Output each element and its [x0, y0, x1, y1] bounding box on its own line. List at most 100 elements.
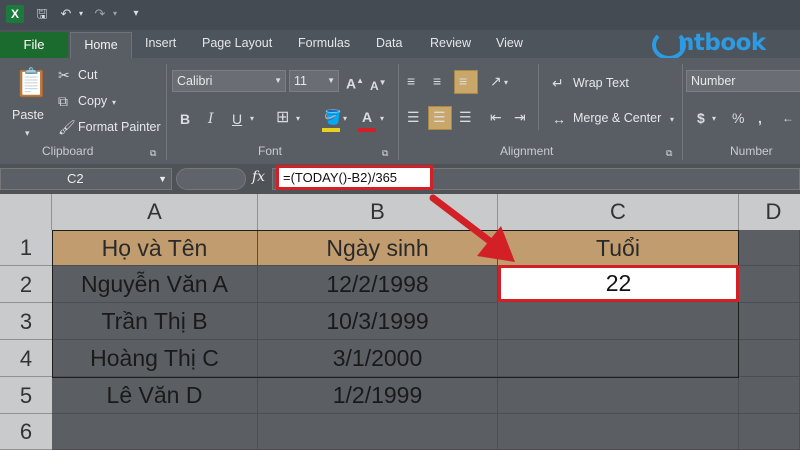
- increase-indent-icon[interactable]: ⇥: [514, 108, 526, 126]
- column-header-d[interactable]: D: [739, 194, 800, 230]
- font-color-dropdown-icon[interactable]: ▾: [380, 110, 384, 128]
- number-format-select[interactable]: Number: [686, 70, 800, 92]
- formula-text-highlight[interactable]: =(TODAY()-B2)/365: [276, 165, 433, 190]
- tab-view[interactable]: View: [496, 36, 523, 50]
- tab-home[interactable]: Home: [70, 32, 132, 58]
- tab-insert[interactable]: Insert: [145, 36, 176, 50]
- column-header-a[interactable]: A: [52, 194, 258, 230]
- format-painter-button[interactable]: Format Painter: [78, 120, 161, 134]
- formula-resize-handle[interactable]: [176, 168, 246, 190]
- comma-button[interactable]: ,: [758, 109, 762, 127]
- cell-d6[interactable]: [739, 414, 800, 450]
- font-size-select[interactable]: 11 ▼: [289, 70, 339, 92]
- decimal-icon[interactable]: ←: [782, 109, 794, 127]
- align-middle-icon[interactable]: ≡: [433, 72, 441, 90]
- cell-a6[interactable]: [52, 414, 258, 450]
- merge-center-icon[interactable]: ↔: [552, 110, 566, 128]
- align-top-icon[interactable]: ≡: [407, 72, 415, 90]
- cell-b6[interactable]: [258, 414, 498, 450]
- cell-c3[interactable]: [498, 303, 739, 340]
- format-painter-icon[interactable]: 🖌: [58, 118, 76, 136]
- cell-b2[interactable]: 12/2/1998: [258, 266, 498, 303]
- currency-dropdown-icon[interactable]: ▾: [712, 110, 716, 128]
- paste-icon[interactable]: 📋: [14, 68, 49, 98]
- bold-button[interactable]: B: [180, 110, 190, 128]
- fill-color-dropdown-icon[interactable]: ▾: [343, 110, 347, 128]
- cell-d5[interactable]: [739, 377, 800, 414]
- decrease-indent-icon[interactable]: ⇤: [490, 108, 502, 126]
- copy-dropdown-icon[interactable]: ▾: [112, 94, 116, 112]
- redo-icon[interactable]: ↷: [92, 5, 108, 23]
- cell-d2[interactable]: [739, 266, 800, 303]
- orientation-dropdown-icon[interactable]: ▾: [504, 74, 508, 92]
- row-header-1[interactable]: 1: [0, 230, 52, 266]
- redo-dropdown-icon[interactable]: ▾: [110, 5, 120, 23]
- cell-d4[interactable]: [739, 340, 800, 377]
- row-header-6[interactable]: 6: [0, 414, 52, 450]
- paste-button[interactable]: Paste: [12, 108, 44, 122]
- cell-d3[interactable]: [739, 303, 800, 340]
- cell-c4[interactable]: [498, 340, 739, 377]
- customize-icon[interactable]: ▾: [130, 5, 142, 23]
- tab-review[interactable]: Review: [430, 36, 471, 50]
- row-header-3[interactable]: 3: [0, 303, 52, 340]
- tab-formulas[interactable]: Formulas: [298, 36, 350, 50]
- cell-d1[interactable]: [739, 230, 800, 266]
- cell-c6[interactable]: [498, 414, 739, 450]
- font-launcher-icon[interactable]: ⧉: [382, 144, 388, 162]
- borders-icon[interactable]: ⊞: [276, 109, 289, 127]
- row-header-5[interactable]: 5: [0, 377, 52, 414]
- cell-a2[interactable]: Nguyễn Văn A: [52, 266, 258, 303]
- copy-button[interactable]: Copy: [78, 94, 107, 108]
- font-color-button[interactable]: A: [362, 108, 372, 126]
- tab-file[interactable]: File: [0, 32, 68, 58]
- grow-font-icon[interactable]: A▲: [346, 72, 364, 93]
- select-all-corner[interactable]: [0, 194, 52, 230]
- insert-function-button[interactable]: fx: [252, 169, 265, 185]
- align-left-icon[interactable]: ☰: [407, 108, 420, 126]
- underline-button[interactable]: U: [232, 110, 242, 128]
- cell-b3[interactable]: 10/3/1999: [258, 303, 498, 340]
- name-box[interactable]: C2 ▼: [0, 168, 172, 190]
- tab-page-layout[interactable]: Page Layout: [202, 36, 272, 50]
- wrap-text-button[interactable]: Wrap Text: [573, 76, 629, 90]
- wrap-text-icon[interactable]: ↵: [552, 74, 564, 92]
- cell-a1[interactable]: Họ và Tên: [52, 230, 258, 266]
- row-header-2[interactable]: 2: [0, 266, 52, 303]
- borders-dropdown-icon[interactable]: ▾: [296, 110, 300, 128]
- align-center-icon[interactable]: ☰: [433, 108, 446, 126]
- cell-a3[interactable]: Trần Thị B: [52, 303, 258, 340]
- paste-dropdown-icon[interactable]: ▾: [25, 124, 30, 142]
- cell-a4[interactable]: Hoàng Thị C: [52, 340, 258, 377]
- percent-button[interactable]: %: [732, 109, 744, 127]
- italic-button[interactable]: I: [208, 110, 214, 128]
- shrink-font-icon[interactable]: A▼: [370, 74, 387, 95]
- cell-b4[interactable]: 3/1/2000: [258, 340, 498, 377]
- clipboard-launcher-icon[interactable]: ⧉: [150, 144, 156, 162]
- undo-icon[interactable]: ↶: [58, 5, 74, 23]
- cell-c2-selected[interactable]: 22: [498, 265, 739, 302]
- column-header-c[interactable]: C: [498, 194, 739, 230]
- align-right-icon[interactable]: ☰: [459, 108, 472, 126]
- row-header-4[interactable]: 4: [0, 340, 52, 377]
- orientation-icon[interactable]: ↗: [490, 72, 502, 90]
- excel-icon[interactable]: X: [6, 5, 24, 23]
- undo-dropdown-icon[interactable]: ▾: [76, 5, 86, 23]
- font-name-select[interactable]: Calibri ▼: [172, 70, 286, 92]
- alignment-launcher-icon[interactable]: ⧉: [666, 144, 672, 162]
- currency-button[interactable]: $: [697, 109, 705, 127]
- cell-c5[interactable]: [498, 377, 739, 414]
- cell-a5[interactable]: Lê Văn D: [52, 377, 258, 414]
- merge-center-button[interactable]: Merge & Center: [573, 111, 661, 125]
- cut-button[interactable]: Cut: [78, 68, 97, 82]
- cell-b5[interactable]: 1/2/1999: [258, 377, 498, 414]
- align-bottom-icon[interactable]: ≡: [459, 72, 467, 90]
- fill-color-icon[interactable]: 🪣: [324, 108, 341, 126]
- save-icon[interactable]: 🖫: [34, 5, 50, 23]
- underline-dropdown-icon[interactable]: ▾: [250, 110, 254, 128]
- cut-icon[interactable]: ✂: [58, 66, 70, 84]
- tab-data[interactable]: Data: [376, 36, 402, 50]
- copy-icon[interactable]: ⧉: [58, 92, 68, 110]
- cell-c1[interactable]: Tuổi: [498, 230, 739, 266]
- merge-dropdown-icon[interactable]: ▾: [670, 111, 674, 129]
